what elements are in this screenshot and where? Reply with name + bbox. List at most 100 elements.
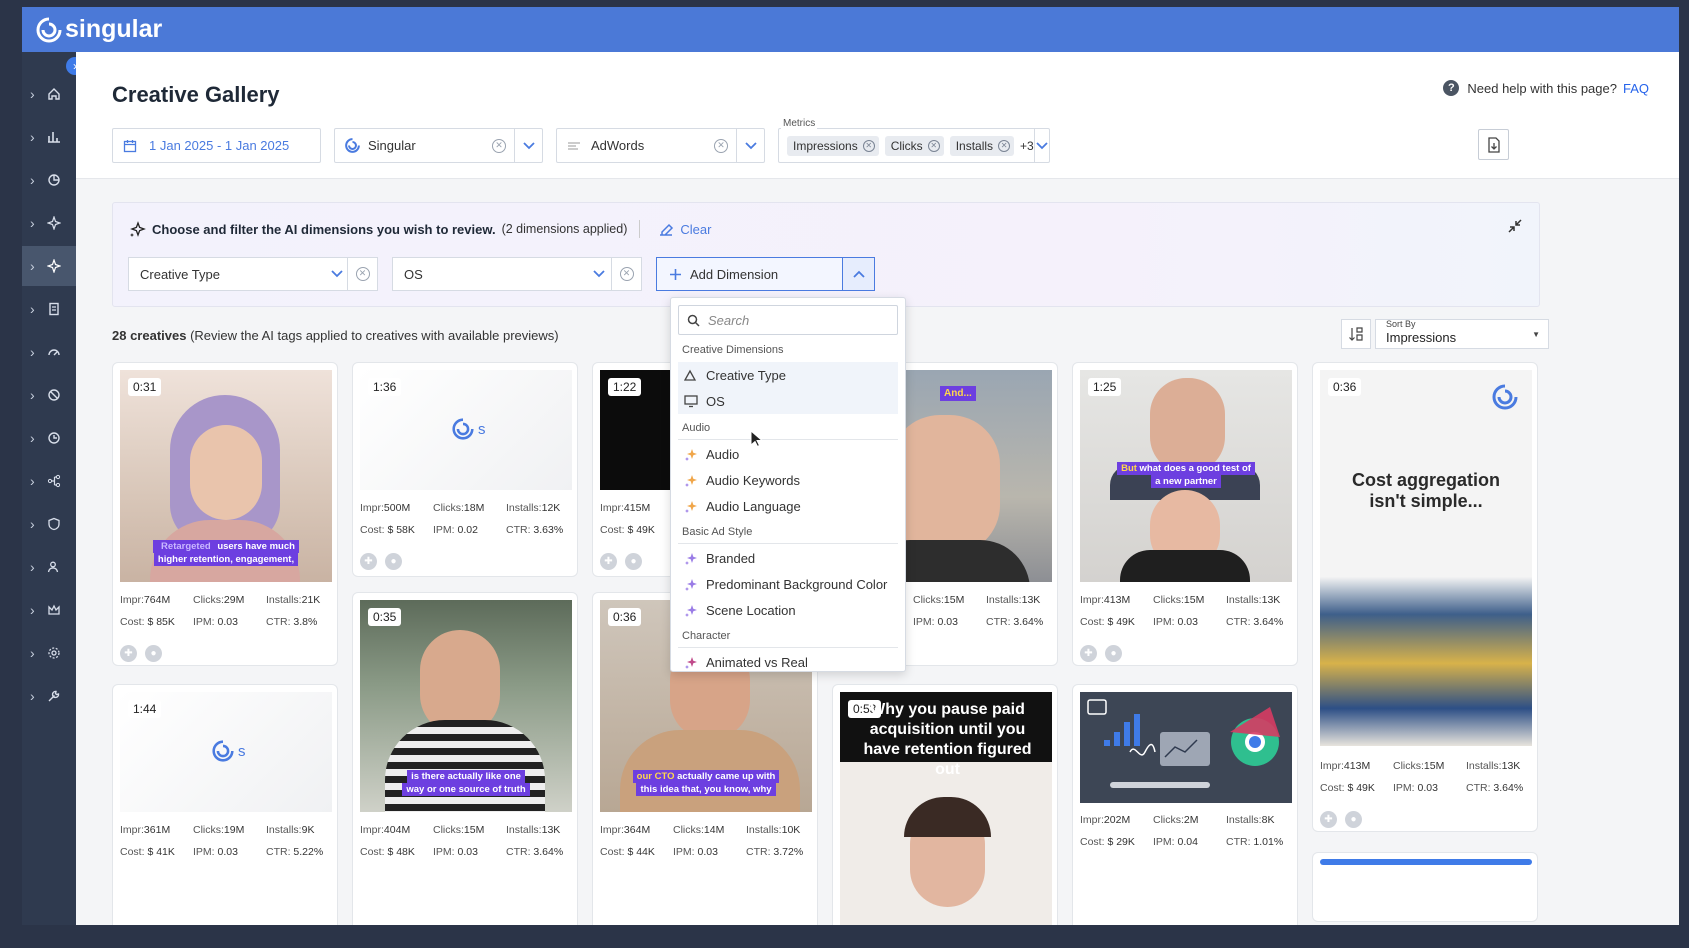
target-icon (48, 389, 60, 401)
help-text: Need help with this page? (1467, 80, 1617, 96)
menu-item-audio-keywords[interactable]: Audio Keywords (678, 467, 898, 493)
metric-chip-impressions[interactable]: Impressions ✕ (787, 135, 879, 156)
sidebar-item-settings[interactable]: › (22, 633, 76, 673)
divider (639, 220, 641, 238)
menu-item-scene-location[interactable]: Scene Location (678, 597, 898, 623)
remove-dimension-button[interactable]: ✕ (611, 258, 641, 290)
caption-text: a new partner (1151, 475, 1221, 488)
caption-text: higher retention, engagement, (153, 553, 299, 566)
singular-logo[interactable]: singular (36, 15, 162, 44)
sort-by-select[interactable]: Sort By Impressions ▼ (1375, 319, 1549, 349)
dimension-select-os[interactable]: OS ✕ (392, 257, 642, 291)
sort-direction-button[interactable] (1341, 319, 1371, 349)
calendar-icon (123, 139, 137, 152)
menu-item-audio-language[interactable]: Audio Language (678, 493, 898, 519)
creative-thumbnail[interactable] (1080, 692, 1292, 803)
add-dimension-menu: Search Creative Dimensions Creative Type… (670, 297, 906, 672)
metric-chip-clicks[interactable]: Clicks ✕ (884, 135, 944, 156)
remove-chip-icon[interactable]: ✕ (927, 139, 940, 152)
gear-icon (48, 647, 60, 659)
creative-card[interactable]: 0:53 Why you pause paid acquisition unti… (832, 684, 1058, 925)
top-bar: singular (22, 7, 1679, 52)
chevron-down-icon (593, 270, 605, 278)
creative-thumbnail[interactable]: 1:36 s (360, 370, 572, 490)
remove-chip-icon[interactable]: ✕ (998, 139, 1011, 152)
shapes-icon (684, 369, 697, 381)
creative-card[interactable]: Impr:202M Clicks:2M Installs:8K Cost: $ 29… (1072, 684, 1298, 925)
sidebar-item-users[interactable]: › (22, 547, 76, 587)
clear-button[interactable]: Clear (658, 221, 711, 237)
face-image (1150, 378, 1225, 473)
sidebar-item-premium[interactable]: › (22, 590, 76, 630)
duration-badge: 1:44 (128, 700, 162, 718)
menu-item-os[interactable]: OS (678, 388, 898, 414)
poster-text: Cost aggregation isn't simple... (1351, 470, 1500, 511)
faq-link[interactable]: FAQ (1623, 81, 1649, 96)
caption: But what does a good test of a new partne… (1080, 462, 1292, 488)
add-dimension-toggle[interactable] (842, 258, 874, 290)
duration-badge: 1:25 (1088, 378, 1122, 396)
dimension-value: OS (404, 266, 423, 282)
collapse-icon[interactable] (1507, 218, 1523, 234)
sparkle-icon (47, 216, 61, 230)
duration-badge: 0:36 (1328, 378, 1362, 396)
creative-thumbnail[interactable]: 0:53 Why you pause paid acquisition unti… (840, 692, 1052, 925)
ai-dimensions-panel: Choose and filter the AI dimensions you … (112, 202, 1540, 307)
sidebar-item-analytics[interactable]: › (22, 160, 76, 200)
metrics-dropdown-button[interactable] (1033, 129, 1049, 162)
logo-text: s (478, 420, 486, 438)
ai-sparkle-icon (685, 501, 697, 513)
app-select[interactable]: Singular ✕ (334, 128, 543, 163)
menu-item-branded[interactable]: Branded (678, 545, 898, 571)
add-dimension-button[interactable]: Add Dimension (656, 257, 875, 291)
duration-badge: 1:22 (608, 378, 642, 396)
ai-sparkle-icon (685, 579, 697, 591)
ai-sparkle-icon (685, 449, 697, 461)
creative-thumbnail[interactable]: 1:25 But what does a good test of a new p… (1080, 370, 1292, 582)
creative-card[interactable]: 1:36 s Impr:500M Clicks:18M Installs:12K C… (352, 362, 578, 577)
menu-item-audio[interactable]: Audio (678, 441, 898, 467)
menu-item-creative-type[interactable]: Creative Type (678, 362, 898, 388)
platform-icons: ✚ ● (1080, 645, 1130, 662)
creative-thumbnail[interactable]: 0:36 Cost aggregation isn't simple... (1320, 370, 1532, 746)
sidebar-item-documents[interactable]: › (22, 289, 76, 329)
menu-item-background-color[interactable]: Predominant Background Color (678, 571, 898, 597)
metric-chip-installs[interactable]: Installs ✕ (949, 135, 1015, 156)
remove-chip-icon[interactable]: ✕ (862, 139, 875, 152)
sidebar-item-insights[interactable]: › (22, 203, 76, 243)
sidebar-item-home[interactable]: › (22, 74, 76, 114)
sidebar-item-performance[interactable]: › (22, 332, 76, 372)
sidebar-item-tools[interactable]: › (22, 676, 76, 716)
creative-card[interactable]: 0:36 Cost aggregation isn't simple... Im… (1312, 362, 1538, 832)
creative-card[interactable]: 0:35 is there actually like one way or on… (352, 592, 578, 925)
source-dropdown-button[interactable] (736, 129, 764, 162)
sidebar-item-history[interactable]: › (22, 418, 76, 458)
clear-source-icon[interactable]: ✕ (714, 138, 728, 153)
date-range-picker[interactable]: 1 Jan 2025 - 1 Jan 2025 (112, 128, 321, 163)
creative-thumbnail[interactable]: 0:35 is there actually like one way or on… (360, 600, 572, 812)
dimension-search-input[interactable]: Search (678, 305, 898, 335)
creative-thumbnail[interactable]: 0:31 Retargeted users have much higher re… (120, 370, 332, 582)
clear-app-icon[interactable]: ✕ (492, 138, 506, 153)
sidebar-item-security[interactable]: › (22, 504, 76, 544)
creative-stats: Impr:413M Clicks:15M Installs:13K Cost: $ … (1320, 760, 1524, 794)
creative-card[interactable]: 1:44 s Impr:361M Clicks:19M Installs:9K Co… (112, 684, 338, 925)
sidebar-item-targeting[interactable]: › (22, 375, 76, 415)
sidebar-item-creatives[interactable]: › (22, 246, 76, 286)
dimension-select-creative-type[interactable]: Creative Type ✕ (128, 257, 378, 291)
remove-dimension-button[interactable]: ✕ (347, 258, 377, 290)
creative-card[interactable]: 1:25 But what does a good test of a new p… (1072, 362, 1298, 666)
export-button[interactable] (1478, 129, 1509, 160)
sidebar-item-flows[interactable]: › (22, 461, 76, 501)
creative-thumbnail[interactable]: 1:44 s (120, 692, 332, 812)
caption: is there actually like one way or one sou… (360, 770, 572, 796)
creative-card[interactable]: 0:31 Retargeted users have much higher re… (112, 362, 338, 666)
apple-icon: ● (1105, 645, 1122, 662)
creative-card[interactable] (1312, 852, 1538, 922)
source-select[interactable]: AdWords ✕ (556, 128, 765, 163)
metrics-select[interactable]: Impressions ✕ Clicks ✕ Installs ✕ +3 (778, 128, 1050, 163)
sidebar-item-reports[interactable]: › (22, 117, 76, 157)
ai-sparkle-icon (685, 605, 697, 617)
menu-item-animated-vs-real[interactable]: Animated vs Real (678, 649, 898, 671)
app-dropdown-button[interactable] (514, 129, 542, 162)
